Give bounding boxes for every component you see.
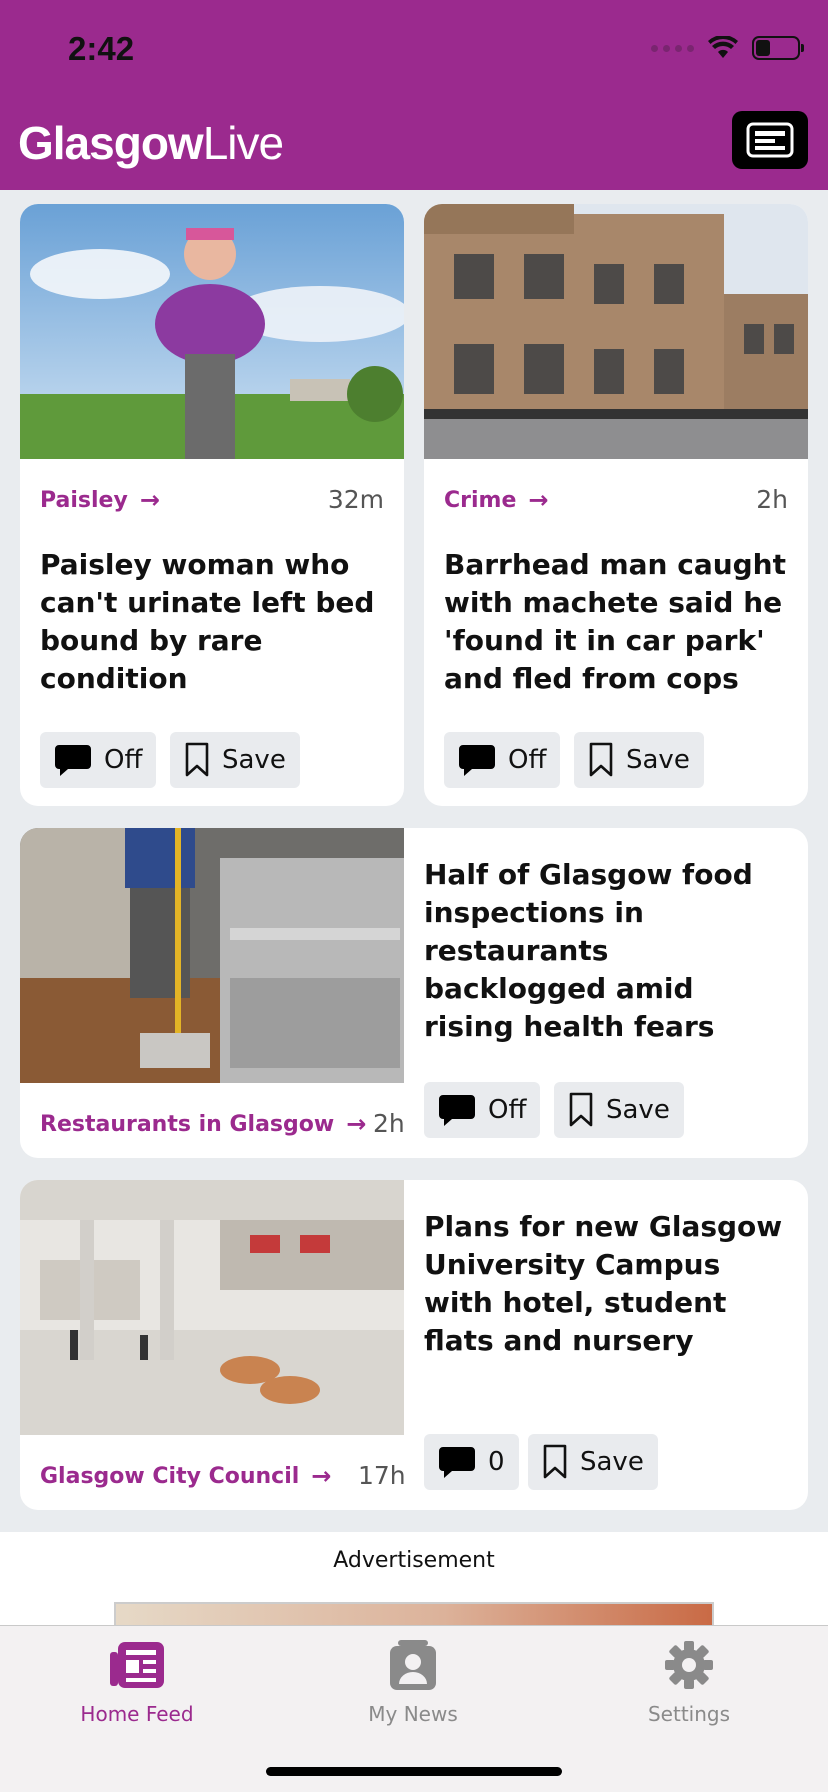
tab-label: My News	[368, 1702, 458, 1726]
article-category-link[interactable]: Glasgow City Council →	[40, 1462, 331, 1490]
my-news-icon	[386, 1640, 440, 1690]
battery-icon	[752, 36, 804, 60]
article-category-link[interactable]: Restaurants in Glasgow →	[40, 1110, 366, 1138]
newspaper-icon	[746, 122, 794, 158]
article-headline[interactable]: Plans for new Glasgow University Campus …	[424, 1208, 784, 1360]
arrow-right-icon: →	[528, 486, 549, 514]
ad-banner[interactable]	[114, 1602, 714, 1625]
article-age: 2h	[373, 1109, 405, 1138]
app-logo[interactable]: GlasgowLive	[18, 116, 284, 170]
comments-button[interactable]: 0	[424, 1434, 519, 1490]
article-age: 32m	[327, 485, 384, 514]
comments-button[interactable]: Off	[40, 732, 157, 788]
article-age: 2h	[756, 485, 788, 514]
article-headline[interactable]: Barrhead man caught with machete said he…	[444, 546, 794, 698]
comment-icon	[55, 745, 91, 776]
article-headline[interactable]: Half of Glasgow food inspections in rest…	[424, 856, 784, 1046]
save-button[interactable]: Save	[554, 1082, 684, 1138]
article-image[interactable]	[424, 204, 808, 459]
article-category-link[interactable]: Crime →	[444, 486, 549, 514]
article-card[interactable]: Glasgow City Council → 17h Plans for new …	[20, 1180, 808, 1510]
tab-label: Home Feed	[80, 1702, 194, 1726]
tab-my-news[interactable]: My News	[313, 1640, 513, 1726]
bookmark-icon	[185, 742, 209, 777]
status-time: 2:42	[68, 30, 135, 67]
arrow-right-icon: →	[346, 1110, 367, 1138]
save-button[interactable]: Save	[170, 732, 300, 788]
save-button[interactable]: Save	[528, 1434, 658, 1490]
wifi-icon	[708, 36, 738, 58]
arrow-right-icon: →	[139, 486, 160, 514]
article-image[interactable]	[20, 828, 404, 1083]
app-header: GlasgowLive	[0, 100, 828, 190]
bookmark-icon	[543, 1444, 567, 1479]
home-feed-icon	[110, 1640, 164, 1690]
comment-icon	[439, 1447, 475, 1478]
bookmark-icon	[569, 1092, 593, 1127]
home-indicator[interactable]	[266, 1767, 562, 1776]
save-button[interactable]: Save	[574, 732, 704, 788]
article-card[interactable]: Crime → 2h Barrhead man caught with mache…	[424, 204, 808, 806]
article-card[interactable]: Restaurants in Glasgow → 2h Half of Glasg…	[20, 828, 808, 1158]
gear-icon	[662, 1640, 716, 1690]
article-category-link[interactable]: Paisley →	[40, 486, 160, 514]
comment-icon	[459, 745, 495, 776]
signal-icon	[651, 44, 694, 52]
article-card[interactable]: Paisley → 32m Paisley woman who can't uri…	[20, 204, 404, 806]
system-icons	[651, 36, 804, 60]
arrow-right-icon: →	[311, 1462, 332, 1490]
article-headline[interactable]: Paisley woman who can't urinate left bed…	[40, 546, 384, 698]
tab-settings[interactable]: Settings	[589, 1640, 789, 1726]
tab-label: Settings	[647, 1702, 731, 1726]
edition-button[interactable]	[732, 111, 808, 169]
comments-button[interactable]: Off	[424, 1082, 541, 1138]
advertisement: Advertisement	[0, 1532, 828, 1625]
tab-home-feed[interactable]: Home Feed	[37, 1640, 237, 1726]
ad-label: Advertisement	[333, 1548, 495, 1573]
comment-icon	[439, 1095, 475, 1126]
article-age: 17h	[358, 1461, 406, 1490]
bookmark-icon	[589, 742, 613, 777]
article-image[interactable]	[20, 1180, 404, 1435]
news-feed[interactable]: Paisley → 32m Paisley woman who can't uri…	[0, 190, 828, 1625]
article-image[interactable]	[20, 204, 404, 459]
status-bar: 2:42	[0, 0, 828, 100]
comments-button[interactable]: Off	[444, 732, 561, 788]
